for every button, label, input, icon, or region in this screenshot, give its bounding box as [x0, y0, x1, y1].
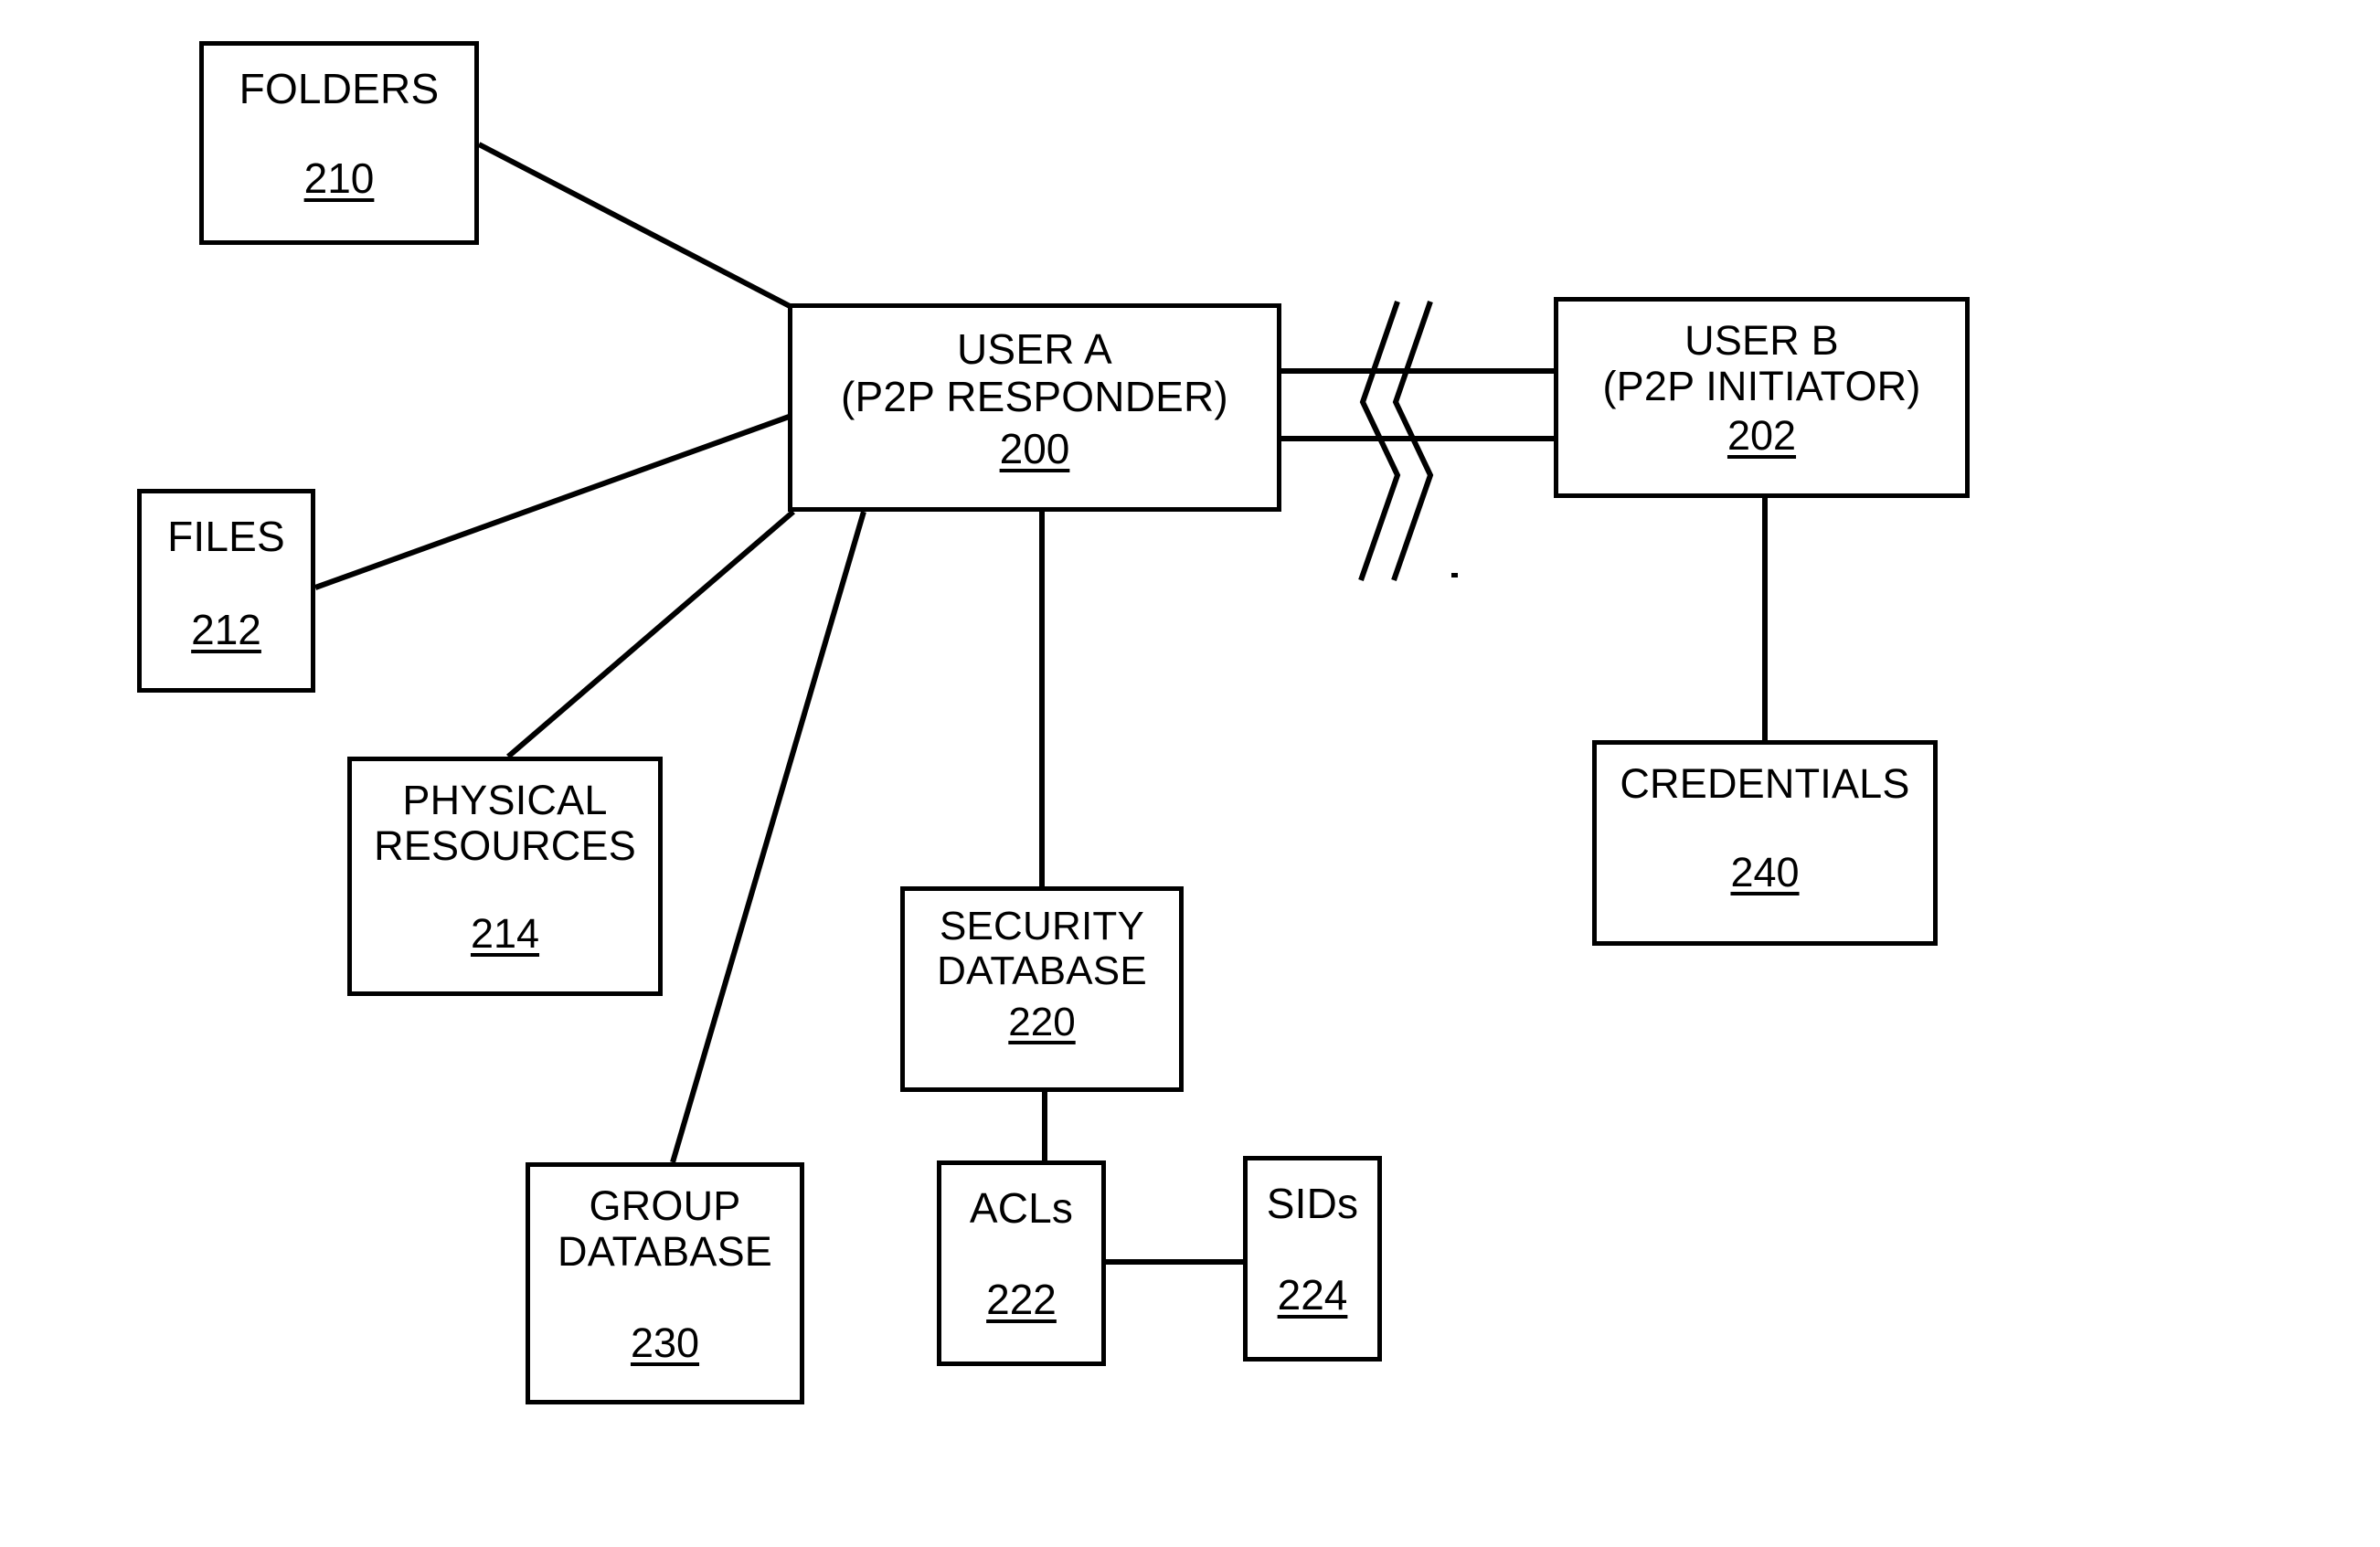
connector-user-a-to-user-b-link: [1280, 301, 1556, 581]
node-acls: ACLs 222: [937, 1160, 1106, 1366]
node-physical-resources-title: PHYSICAL RESOURCES: [374, 777, 636, 870]
node-files-reference-number: 212: [191, 605, 261, 653]
node-security-database: SECURITY DATABASE 220: [900, 886, 1184, 1092]
node-group-database-reference-number: 230: [630, 1319, 700, 1366]
patent-figure: FOLDERS 210 FILES 212 PHYSICAL RESOURCES…: [0, 0, 2380, 1547]
node-sids: SIDs 224: [1243, 1156, 1382, 1362]
node-user-a-title: USER A (P2P RESPONDER): [841, 325, 1228, 420]
connector-physical-resources-to-user-a: [506, 509, 795, 759]
node-acls-reference-number: 222: [986, 1275, 1057, 1323]
node-user-b-reference-number: 202: [1727, 411, 1797, 459]
node-credentials-title: CREDENTIALS: [1620, 760, 1910, 807]
node-folders-title: FOLDERS: [239, 65, 440, 112]
node-security-database-reference-number: 220: [1008, 999, 1076, 1044]
break-symbol-left-stroke: [1358, 301, 1401, 581]
node-sids-title: SIDs: [1266, 1180, 1359, 1227]
node-physical-resources-reference-number: 214: [470, 909, 540, 957]
node-sids-reference-number: 224: [1277, 1270, 1348, 1319]
node-folders-reference-number: 210: [303, 154, 375, 202]
node-folders: FOLDERS 210: [199, 41, 479, 245]
node-user-a-reference-number: 200: [999, 425, 1070, 473]
node-user-a: USER A (P2P RESPONDER) 200: [788, 303, 1281, 512]
node-security-database-title: SECURITY DATABASE: [937, 904, 1147, 994]
node-files: FILES 212: [137, 489, 315, 693]
node-acls-title: ACLs: [969, 1184, 1074, 1232]
node-user-b-title: USER B (P2P INITIATOR): [1602, 317, 1921, 410]
node-files-title: FILES: [167, 513, 285, 560]
connector-group-database-to-user-a: [670, 511, 866, 1163]
break-symbol-right-stroke: [1391, 301, 1434, 581]
connector-files-to-user-a: [313, 413, 793, 590]
node-credentials: CREDENTIALS 240: [1592, 740, 1938, 946]
scan-speck: [1451, 573, 1458, 577]
node-user-b: USER B (P2P INITIATOR) 202: [1554, 297, 1970, 498]
node-physical-resources: PHYSICAL RESOURCES 214: [347, 757, 663, 996]
connector-folders-to-user-a: [477, 142, 793, 310]
node-group-database-title: GROUP DATABASE: [558, 1182, 772, 1276]
node-group-database: GROUP DATABASE 230: [526, 1162, 804, 1404]
node-credentials-reference-number: 240: [1730, 849, 1800, 896]
